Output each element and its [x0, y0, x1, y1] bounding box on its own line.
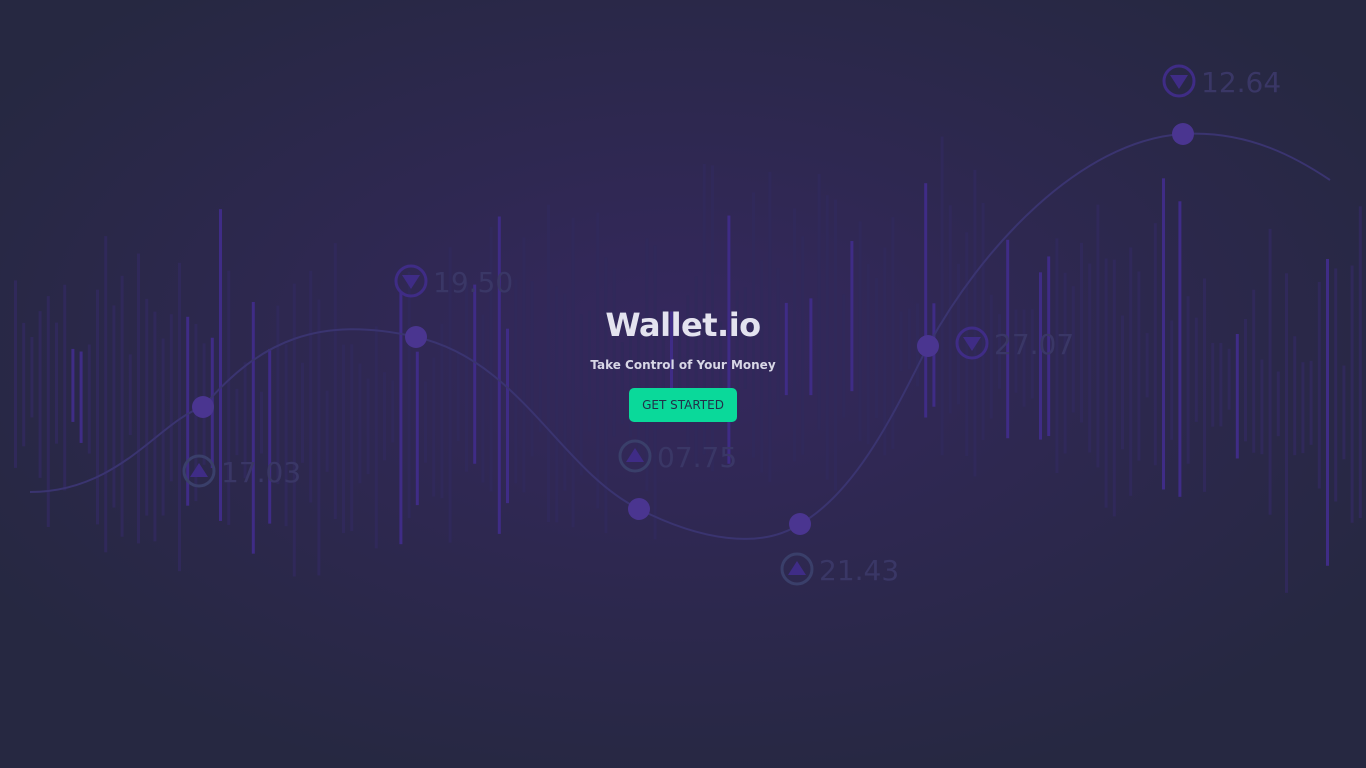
tagline: Take Control of Your Money [590, 358, 776, 372]
hero: Wallet.io Take Control of Your Money GET… [0, 0, 1366, 768]
app-title: Wallet.io [605, 306, 761, 344]
get-started-button[interactable]: GET STARTED [629, 388, 737, 422]
